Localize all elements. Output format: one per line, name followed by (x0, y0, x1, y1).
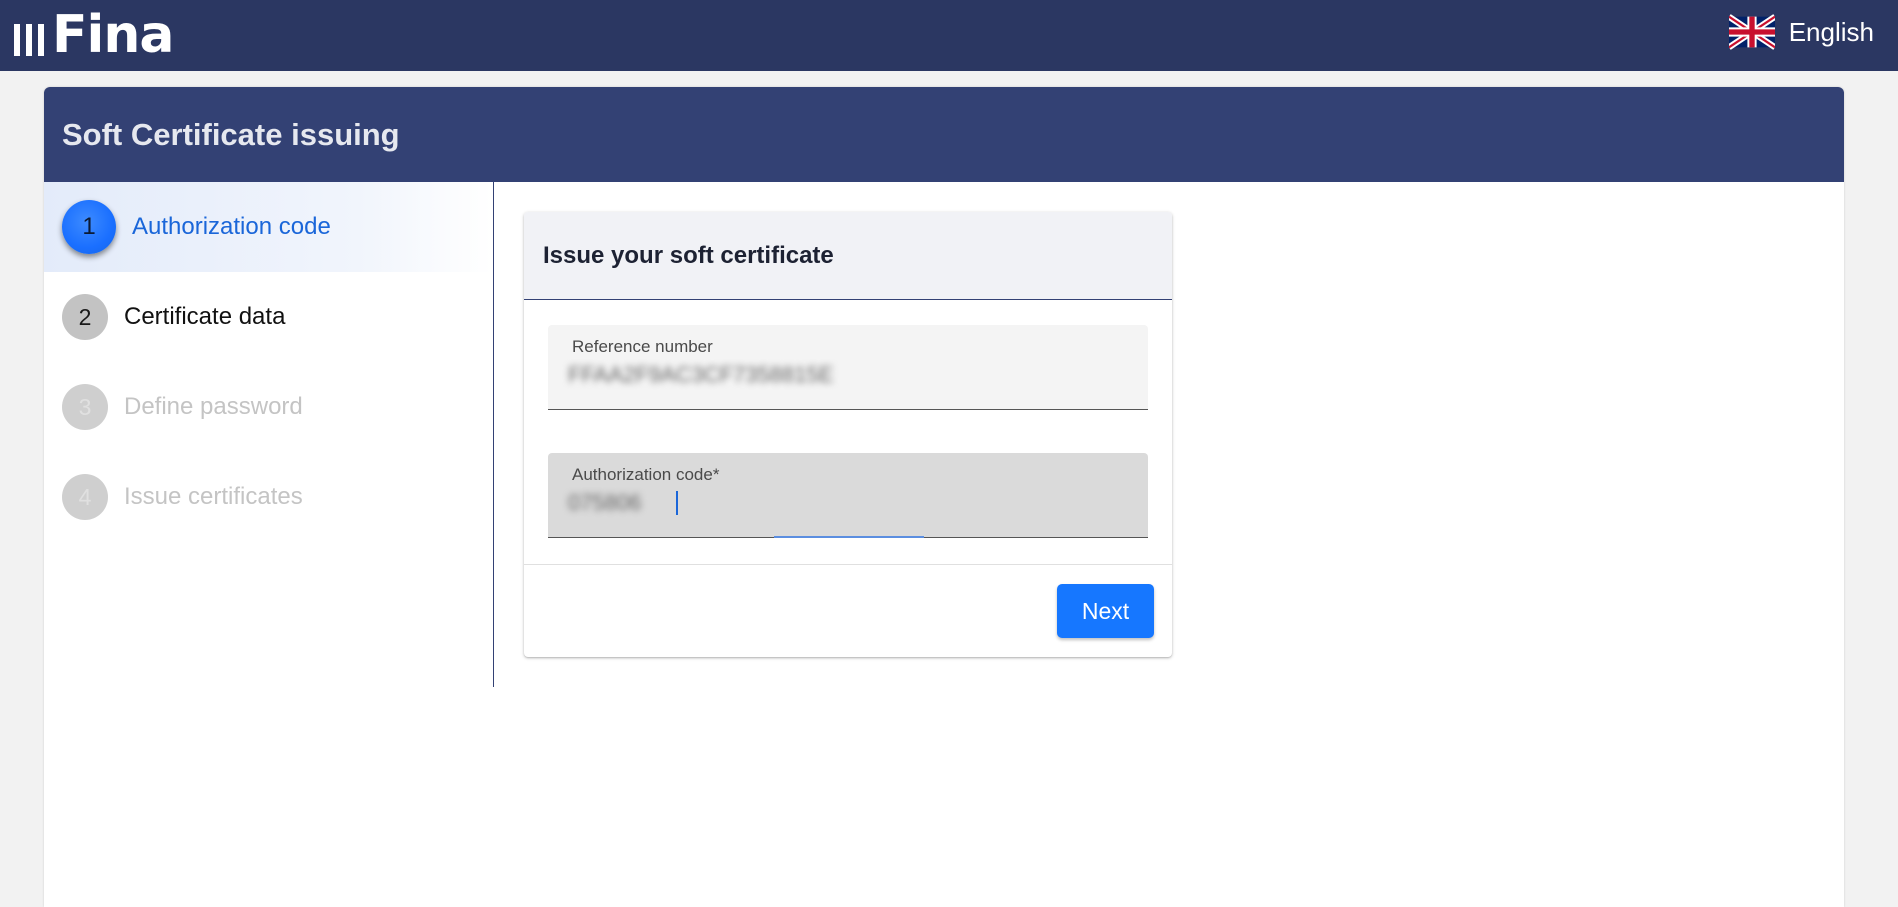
next-button[interactable]: Next (1057, 584, 1154, 638)
text-caret (676, 491, 678, 515)
uk-flag-icon (1728, 14, 1775, 50)
fina-logo[interactable]: Fina (14, 5, 174, 65)
step-number: 3 (62, 384, 108, 430)
reference-number-label: Reference number (572, 337, 713, 356)
reference-number-input[interactable] (568, 361, 888, 389)
stepper: 1 Authorization code 2 Certificate data … (44, 182, 494, 687)
logo-text: Fina (52, 5, 174, 65)
card-header: Issue your soft certificate (524, 212, 1172, 300)
step-number: 2 (62, 294, 108, 340)
panel-header: Soft Certificate issuing (44, 87, 1844, 182)
step-number: 4 (62, 474, 108, 520)
step-define-password: 3 Define password (44, 362, 493, 452)
step-label: Authorization code (132, 213, 331, 240)
card-title: Issue your soft certificate (543, 241, 834, 269)
focus-underline (774, 536, 924, 538)
issuing-panel: Soft Certificate issuing 1 Authorization… (44, 87, 1844, 907)
reference-number-field[interactable]: Reference number (548, 325, 1148, 410)
logo-bars-icon (14, 24, 44, 56)
language-selector[interactable]: English (1728, 14, 1874, 50)
step-label: Define password (124, 393, 303, 420)
step-label: Issue certificates (124, 483, 303, 510)
step-certificate-data[interactable]: 2 Certificate data (44, 272, 493, 362)
page-title: Soft Certificate issuing (62, 116, 400, 152)
step-number: 1 (62, 200, 116, 254)
step-issue-certificates: 4 Issue certificates (44, 452, 493, 542)
step-label: Certificate data (124, 303, 286, 330)
step-authorization-code[interactable]: 1 Authorization code (44, 182, 493, 272)
authorization-code-label: Authorization code* (572, 465, 720, 484)
card-divider (524, 564, 1172, 565)
authorization-code-input[interactable] (568, 489, 888, 517)
issue-certificate-card: Issue your soft certificate Reference nu… (524, 212, 1172, 657)
language-label: English (1788, 16, 1874, 47)
top-bar: Fina English (0, 0, 1898, 71)
authorization-code-field[interactable]: Authorization code* (548, 453, 1148, 538)
